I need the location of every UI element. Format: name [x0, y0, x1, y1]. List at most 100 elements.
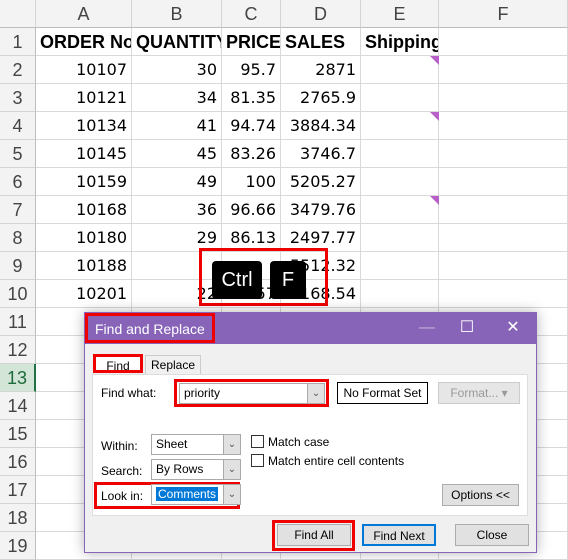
row-header[interactable]: 4	[0, 112, 36, 140]
search-select[interactable]: By Rows ⌄	[151, 459, 241, 480]
close-icon[interactable]: ✕	[495, 313, 531, 343]
row-header[interactable]: 13	[0, 364, 36, 392]
column-header[interactable]: A	[36, 0, 132, 28]
row-header[interactable]: 8	[0, 224, 36, 252]
find-all-button[interactable]: Find All	[277, 524, 351, 546]
cell[interactable]: 5205.27	[281, 168, 361, 196]
cell[interactable]: 10180	[36, 224, 132, 252]
cell[interactable]: 10201	[36, 280, 132, 308]
cell[interactable]: 10107	[36, 56, 132, 84]
row-header[interactable]: 2	[0, 56, 36, 84]
row-header[interactable]: 3	[0, 84, 36, 112]
cell[interactable]	[439, 56, 568, 84]
cell[interactable]	[439, 112, 568, 140]
cell[interactable]: 96.66	[222, 196, 281, 224]
row-header[interactable]: 18	[0, 504, 36, 532]
column-header[interactable]: E	[361, 0, 439, 28]
cell[interactable]: 10134	[36, 112, 132, 140]
cell[interactable]: 36	[132, 196, 222, 224]
options-button[interactable]: Options <<	[442, 484, 519, 506]
cell[interactable]: 45	[132, 140, 222, 168]
close-button[interactable]: Close	[455, 524, 529, 546]
chevron-down-icon[interactable]: ⌄	[223, 435, 240, 454]
cell[interactable]	[361, 252, 439, 280]
column-header[interactable]: B	[132, 0, 222, 28]
row-header[interactable]: 11	[0, 308, 36, 336]
key-ctrl: Ctrl	[212, 261, 262, 299]
row-header[interactable]: 16	[0, 448, 36, 476]
cell[interactable]: 10145	[36, 140, 132, 168]
find-next-button[interactable]: Find Next	[362, 524, 436, 546]
cell[interactable]	[439, 280, 568, 308]
cell[interactable]: 10168	[36, 196, 132, 224]
cell[interactable]: 95.7	[222, 56, 281, 84]
cell[interactable]	[361, 224, 439, 252]
row-header[interactable]: 7	[0, 196, 36, 224]
look-in-label: Look in:	[101, 489, 144, 503]
cell[interactable]: ORDER No.	[36, 28, 132, 56]
row-header[interactable]: 14	[0, 392, 36, 420]
tab-replace[interactable]: Replace	[145, 355, 201, 374]
row-header[interactable]: 6	[0, 168, 36, 196]
cell[interactable]	[439, 196, 568, 224]
row-header[interactable]: 5	[0, 140, 36, 168]
cell[interactable]: 41	[132, 112, 222, 140]
cell[interactable]: 3884.34	[281, 112, 361, 140]
cell[interactable]: 10159	[36, 168, 132, 196]
cell[interactable]: PRICE	[222, 28, 281, 56]
cell[interactable]: 3479.76	[281, 196, 361, 224]
maximize-icon[interactable]: ☐	[449, 313, 485, 343]
cell[interactable]: SALES	[281, 28, 361, 56]
select-all-corner[interactable]	[0, 0, 36, 28]
row-header[interactable]: 9	[0, 252, 36, 280]
cell[interactable]	[439, 224, 568, 252]
cell[interactable]	[361, 168, 439, 196]
column-header[interactable]: F	[439, 0, 568, 28]
cell[interactable]: 2765.9	[281, 84, 361, 112]
cell[interactable]	[361, 196, 439, 224]
cell[interactable]	[361, 84, 439, 112]
cell[interactable]: 10121	[36, 84, 132, 112]
match-entire-checkbox[interactable]	[251, 454, 264, 467]
look-in-select[interactable]: Comments ⌄	[151, 484, 241, 505]
cell[interactable]: 2871	[281, 56, 361, 84]
row-header[interactable]: 1	[0, 28, 36, 56]
within-select[interactable]: Sheet ⌄	[151, 434, 241, 455]
column-header[interactable]: D	[281, 0, 361, 28]
cell[interactable]: 81.35	[222, 84, 281, 112]
chevron-down-icon[interactable]: ⌄	[307, 384, 324, 403]
cell[interactable]: 83.26	[222, 140, 281, 168]
cell[interactable]: QUANTITY	[132, 28, 222, 56]
cell[interactable]: 94.74	[222, 112, 281, 140]
chevron-down-icon[interactable]: ⌄	[223, 485, 240, 504]
row-header[interactable]: 19	[0, 532, 36, 560]
row-header[interactable]: 17	[0, 476, 36, 504]
row-header[interactable]: 10	[0, 280, 36, 308]
cell[interactable]: 100	[222, 168, 281, 196]
match-case-checkbox[interactable]	[251, 435, 264, 448]
cell[interactable]	[361, 56, 439, 84]
cell[interactable]: Shipping	[361, 28, 439, 56]
row-header[interactable]: 15	[0, 420, 36, 448]
tab-find[interactable]: Find	[93, 354, 143, 373]
cell[interactable]	[439, 28, 568, 56]
cell[interactable]	[361, 112, 439, 140]
minimize-icon: —	[419, 319, 435, 336]
no-format-set-button[interactable]: No Format Set	[337, 382, 428, 404]
row-header[interactable]: 12	[0, 336, 36, 364]
find-what-input[interactable]: priority ⌄	[179, 383, 325, 404]
format-label: Format...	[450, 386, 499, 400]
chevron-down-icon[interactable]: ⌄	[223, 460, 240, 479]
column-header[interactable]: C	[222, 0, 281, 28]
cell[interactable]: 10188	[36, 252, 132, 280]
cell[interactable]	[439, 84, 568, 112]
cell[interactable]: 34	[132, 84, 222, 112]
cell[interactable]	[361, 140, 439, 168]
cell[interactable]	[361, 280, 439, 308]
cell[interactable]: 30	[132, 56, 222, 84]
cell[interactable]: 3746.7	[281, 140, 361, 168]
cell[interactable]: 49	[132, 168, 222, 196]
cell[interactable]	[439, 168, 568, 196]
cell[interactable]	[439, 252, 568, 280]
cell[interactable]	[439, 140, 568, 168]
